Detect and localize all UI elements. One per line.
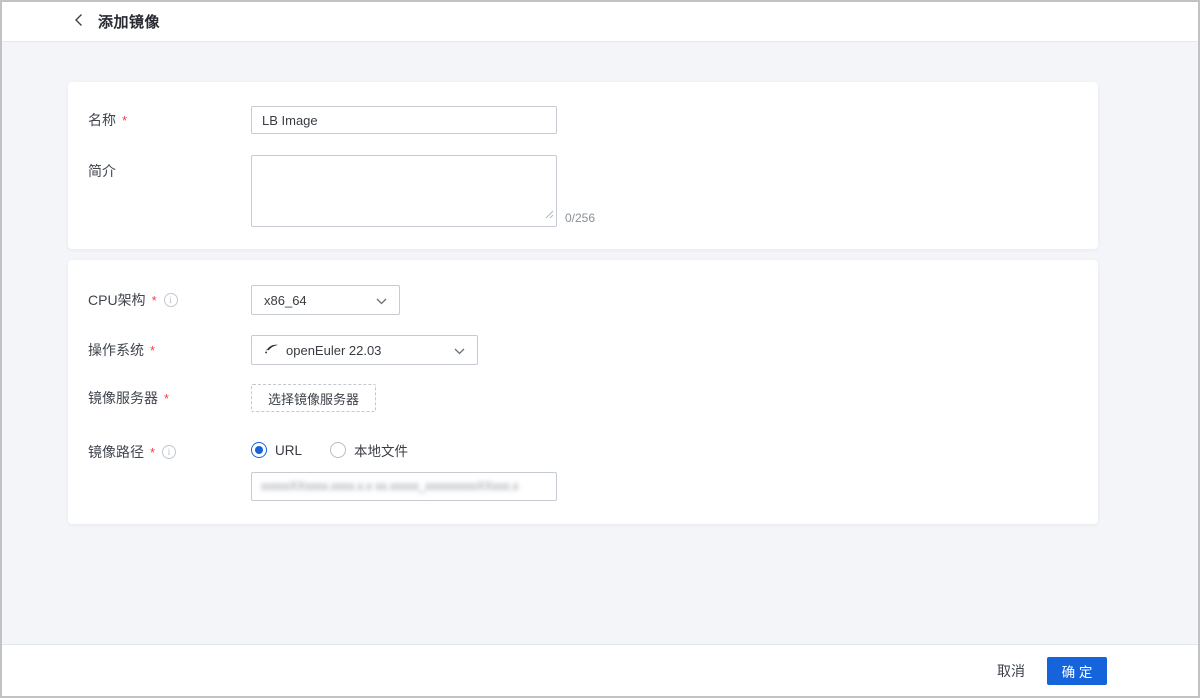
image-config-card: CPU架构 * i x86_64 操作系统 * bbox=[68, 260, 1098, 524]
page-title: 添加镜像 bbox=[98, 11, 160, 32]
name-label: 名称 bbox=[88, 110, 116, 130]
required-asterisk: * bbox=[164, 391, 169, 406]
description-textarea[interactable] bbox=[251, 155, 557, 227]
select-image-server-button[interactable]: 选择镜像服务器 bbox=[251, 384, 376, 412]
info-icon[interactable]: i bbox=[164, 293, 178, 307]
resize-grip-icon[interactable] bbox=[545, 206, 554, 224]
char-counter: 0/256 bbox=[565, 211, 595, 225]
chevron-down-icon bbox=[454, 343, 465, 358]
image-path-label: 镜像路径 bbox=[88, 442, 144, 462]
cpu-arch-label: CPU架构 bbox=[88, 290, 146, 310]
masked-url-text: xxxxxXXxxxx.xxxx.x.x xx.xxxxx_xxxxxxxxxX… bbox=[261, 481, 519, 493]
radio-local-label: 本地文件 bbox=[354, 440, 408, 460]
cpu-arch-value: x86_64 bbox=[264, 293, 307, 308]
confirm-button[interactable]: 确 定 bbox=[1047, 657, 1107, 685]
os-row: 操作系统 * openEuler 22.03 bbox=[88, 335, 1074, 365]
radio-selected-icon bbox=[251, 442, 267, 458]
basic-info-card: 名称 * 简介 0/256 bbox=[68, 82, 1098, 249]
cpu-arch-select[interactable]: x86_64 bbox=[251, 285, 400, 315]
cancel-button[interactable]: 取消 bbox=[995, 657, 1027, 685]
required-asterisk: * bbox=[152, 293, 157, 308]
chevron-left-icon bbox=[74, 13, 83, 30]
required-asterisk: * bbox=[122, 113, 127, 128]
footer-action-bar: 取消 确 定 bbox=[2, 644, 1198, 696]
required-asterisk: * bbox=[150, 445, 155, 460]
back-button[interactable] bbox=[68, 12, 88, 32]
description-label: 简介 bbox=[88, 161, 116, 181]
os-label: 操作系统 bbox=[88, 340, 144, 360]
required-asterisk: * bbox=[150, 343, 155, 358]
radio-url-label: URL bbox=[275, 443, 302, 458]
name-row: 名称 * bbox=[88, 106, 1074, 134]
image-server-label: 镜像服务器 bbox=[88, 388, 158, 408]
image-server-row: 镜像服务器 * 选择镜像服务器 bbox=[88, 384, 1074, 412]
os-select[interactable]: openEuler 22.03 bbox=[251, 335, 478, 365]
form-content: 名称 * 简介 0/256 CPU架构 bbox=[2, 42, 1198, 644]
page-header: 添加镜像 bbox=[2, 2, 1198, 42]
radio-url[interactable]: URL bbox=[251, 442, 302, 458]
image-url-input[interactable]: xxxxxXXxxxx.xxxx.x.x xx.xxxxx_xxxxxxxxxX… bbox=[251, 472, 557, 501]
chevron-down-icon bbox=[376, 293, 387, 308]
description-row: 简介 0/256 bbox=[88, 155, 1074, 227]
info-icon[interactable]: i bbox=[162, 445, 176, 459]
radio-unselected-icon bbox=[330, 442, 346, 458]
name-input[interactable] bbox=[251, 106, 557, 134]
cpu-arch-row: CPU架构 * i x86_64 bbox=[88, 285, 1074, 315]
add-image-page: 添加镜像 名称 * 简介 0/256 bbox=[0, 0, 1200, 698]
os-value: openEuler 22.03 bbox=[286, 343, 381, 358]
openeuler-logo-icon bbox=[264, 343, 279, 358]
radio-local-file[interactable]: 本地文件 bbox=[330, 440, 408, 460]
image-path-row: 镜像路径 * i URL 本地文件 bbox=[88, 440, 1074, 501]
